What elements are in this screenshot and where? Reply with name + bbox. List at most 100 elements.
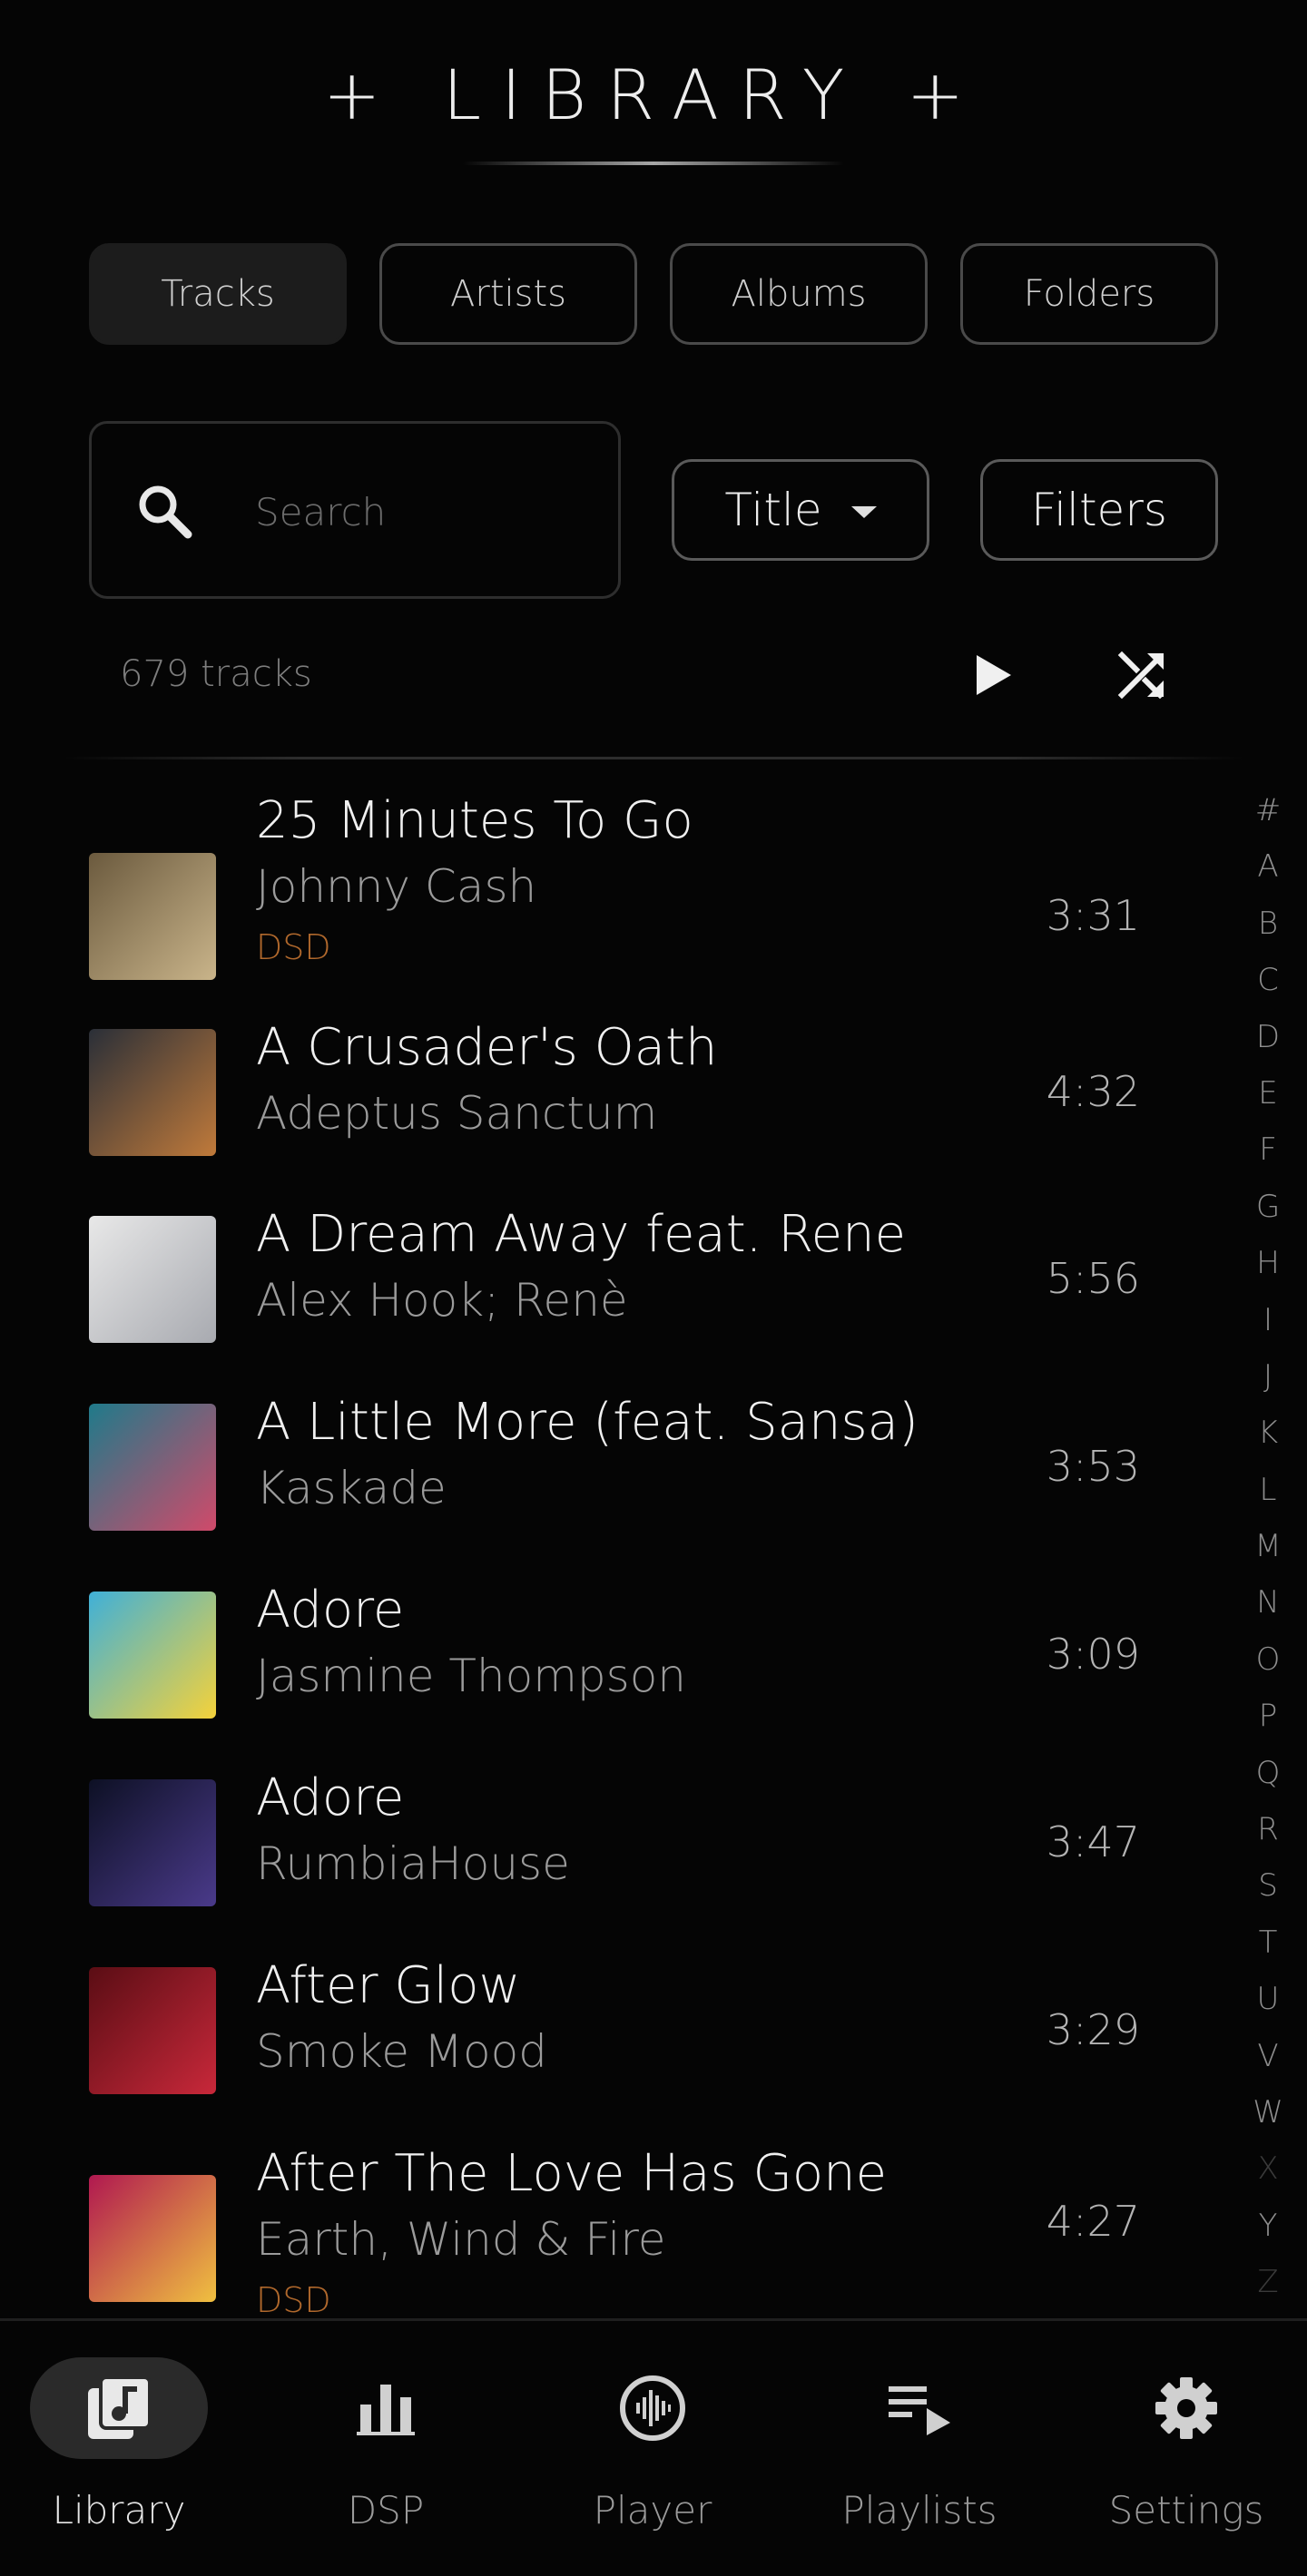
alphabet-letter[interactable]: K — [1248, 1405, 1288, 1461]
track-duration: 3:31 — [1046, 891, 1140, 940]
alphabet-letter[interactable]: Q — [1248, 1745, 1288, 1801]
alphabet-letter[interactable]: M — [1248, 1518, 1288, 1574]
alphabet-letter[interactable]: S — [1248, 1857, 1288, 1914]
tab-folders[interactable]: Folders — [960, 243, 1218, 345]
search-icon — [139, 485, 192, 539]
album-art — [89, 1779, 216, 1906]
alphabet-letter[interactable]: U — [1248, 1971, 1288, 2027]
alphabet-letter[interactable]: # — [1248, 782, 1288, 838]
track-title: After The Love Has Gone — [256, 2144, 888, 2203]
alphabet-letter[interactable]: X — [1248, 2140, 1288, 2197]
tab-albums[interactable]: Albums — [670, 243, 928, 345]
nav-item-library[interactable]: Library — [1, 2357, 237, 2557]
alphabet-letter[interactable]: J — [1248, 1348, 1288, 1405]
track-duration: 3:09 — [1046, 1630, 1140, 1679]
alphabet-letter[interactable]: O — [1248, 1631, 1288, 1688]
alphabet-letter[interactable]: W — [1248, 2084, 1288, 2140]
alphabet-letter[interactable]: V — [1248, 2028, 1288, 2084]
track-artist: Alex Hook; Renè — [256, 1274, 628, 1327]
nav-icon-container — [30, 2357, 208, 2459]
library-music-icon — [88, 2375, 152, 2439]
track-duration: 5:56 — [1046, 1254, 1140, 1303]
title-underline — [463, 162, 844, 165]
nav-icon-container — [1097, 2357, 1275, 2459]
track-artist: RumbiaHouse — [256, 1837, 570, 1890]
nav-label-dsp: DSP — [347, 2488, 425, 2532]
alphabet-letter[interactable]: P — [1248, 1688, 1288, 1744]
bottom-nav: Library DSP Player Playlists Settings — [0, 2321, 1307, 2576]
nav-item-player[interactable]: Player — [535, 2357, 771, 2557]
chevron-down-icon — [850, 505, 877, 518]
track-title: 25 Minutes To Go — [256, 791, 693, 850]
nav-item-playlists[interactable]: Playlists — [801, 2357, 1037, 2557]
album-art — [89, 1967, 216, 2094]
track-artist: Jasmine Thompson — [256, 1650, 686, 1702]
alphabet-letter[interactable]: R — [1248, 1801, 1288, 1857]
track-duration: 3:47 — [1046, 1817, 1140, 1866]
alphabet-index[interactable]: # A B C D E F G H I J K L M N O P Q R S T U V W X Y Z — [1248, 782, 1288, 2311]
track-row[interactable]: Adore Jasmine Thompson 3:09 — [0, 1581, 1234, 1773]
album-art — [89, 1216, 216, 1343]
gear-icon — [1155, 2377, 1217, 2439]
album-art — [89, 1592, 216, 1719]
nav-icon-container — [297, 2357, 475, 2459]
alphabet-letter[interactable]: A — [1248, 838, 1288, 895]
track-row[interactable]: After The Love Has Gone Earth, Wind & Fir… — [0, 2144, 1234, 2318]
play-all-icon[interactable] — [971, 651, 1015, 699]
track-title: A Dream Away feat. Rene — [256, 1205, 907, 1264]
track-list[interactable]: 25 Minutes To Go Johnny Cash DSD 3:31 A Crus… — [0, 762, 1234, 2318]
track-artist: Johnny Cash — [256, 860, 537, 913]
alphabet-letter[interactable]: C — [1248, 952, 1288, 1008]
nav-item-settings[interactable]: Settings — [1068, 2357, 1304, 2557]
track-row[interactable]: A Crusader's Oath Adeptus Sanctum 4:32 — [0, 1018, 1234, 1210]
sort-label: Title — [724, 484, 822, 536]
track-duration: 3:29 — [1046, 2005, 1140, 2054]
track-artist: Adeptus Sanctum — [256, 1087, 658, 1140]
format-badge: DSD — [256, 2280, 331, 2318]
alphabet-letter[interactable]: H — [1248, 1235, 1288, 1291]
library-screen: + LIBRARY + Tracks Artists Albums Folder… — [0, 0, 1307, 2576]
track-row[interactable]: A Dream Away feat. Rene Alex Hook; Renè 5:… — [0, 1205, 1234, 1397]
alphabet-letter[interactable]: B — [1248, 896, 1288, 952]
nav-label-settings: Settings — [1108, 2488, 1264, 2532]
track-duration: 4:27 — [1046, 2197, 1140, 2246]
track-title: A Crusader's Oath — [256, 1018, 718, 1077]
alphabet-letter[interactable]: D — [1248, 1009, 1288, 1065]
nav-label-library: Library — [52, 2488, 186, 2532]
alphabet-letter[interactable]: G — [1248, 1179, 1288, 1235]
search-box[interactable] — [89, 421, 621, 599]
shuffle-icon[interactable] — [1116, 650, 1167, 700]
alphabet-letter[interactable]: Z — [1248, 2254, 1288, 2310]
track-artist: Earth, Wind & Fire — [256, 2213, 666, 2266]
divider — [64, 757, 1243, 759]
alphabet-letter[interactable]: L — [1248, 1462, 1288, 1518]
filters-button[interactable]: Filters — [980, 459, 1218, 561]
alphabet-letter[interactable]: T — [1248, 1915, 1288, 1971]
track-title: A Little More (feat. Sansa) — [256, 1393, 919, 1452]
alphabet-letter[interactable]: Y — [1248, 2198, 1288, 2254]
track-title: After Glow — [256, 1956, 521, 2015]
track-row[interactable]: 25 Minutes To Go Johnny Cash DSD 3:31 — [0, 791, 1234, 980]
nav-item-dsp[interactable]: DSP — [268, 2357, 504, 2557]
track-title: Adore — [256, 1581, 405, 1640]
equalizer-bars-icon — [357, 2385, 415, 2435]
sort-dropdown[interactable]: Title — [672, 459, 929, 561]
track-row[interactable]: A Little More (feat. Sansa) Kaskade 3:53 — [0, 1393, 1234, 1585]
tab-tracks[interactable]: Tracks — [89, 243, 347, 345]
tab-artists[interactable]: Artists — [379, 243, 637, 345]
track-title: Adore — [256, 1768, 405, 1827]
alphabet-letter[interactable]: I — [1248, 1292, 1288, 1348]
waveform-disc-icon — [620, 2375, 685, 2441]
nav-label-player: Player — [593, 2488, 712, 2532]
track-row[interactable]: After Glow Smoke Mood 3:29 — [0, 1956, 1234, 2149]
track-row[interactable]: Adore RumbiaHouse 3:47 — [0, 1768, 1234, 1961]
track-duration: 4:32 — [1046, 1067, 1140, 1116]
alphabet-letter[interactable]: N — [1248, 1574, 1288, 1631]
track-artist: Smoke Mood — [256, 2025, 547, 2078]
alphabet-letter[interactable]: E — [1248, 1065, 1288, 1121]
search-input[interactable] — [255, 480, 600, 544]
alphabet-letter[interactable]: F — [1248, 1121, 1288, 1178]
page-title: + LIBRARY + — [322, 54, 985, 135]
playlist-play-icon — [889, 2386, 950, 2435]
nav-icon-container — [564, 2357, 742, 2459]
